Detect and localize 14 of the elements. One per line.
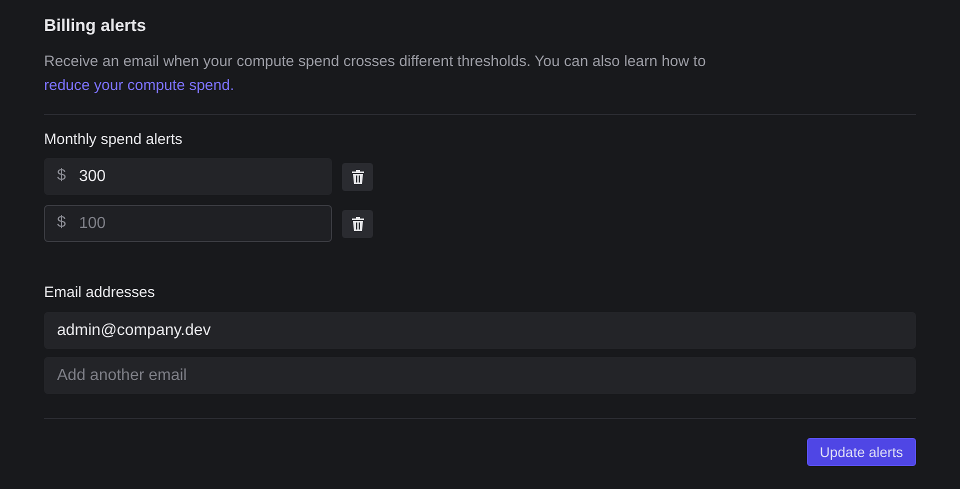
update-alerts-button[interactable]: Update alerts	[806, 438, 916, 466]
currency-prefix: $	[57, 214, 66, 232]
currency-prefix: $	[57, 167, 66, 185]
field-label: Monthly spend alerts	[44, 130, 184, 150]
field-label: Email addresses	[44, 283, 156, 303]
description: Receive an email when your compute spend crosses different thresholds. You can also learn how to reduce your compute spend.	[44, 52, 707, 96]
section-title: Billing alerts	[44, 15, 148, 37]
reduce-spend-link[interactable]: reduce your compute spend.	[44, 77, 234, 94]
trash-icon	[352, 216, 364, 230]
email-field[interactable]: Add another email	[44, 357, 916, 394]
trash-icon	[352, 170, 364, 184]
delete-button[interactable]	[342, 162, 373, 190]
email-field[interactable]: admin@company.dev	[44, 312, 916, 349]
delete-button[interactable]	[342, 210, 373, 238]
